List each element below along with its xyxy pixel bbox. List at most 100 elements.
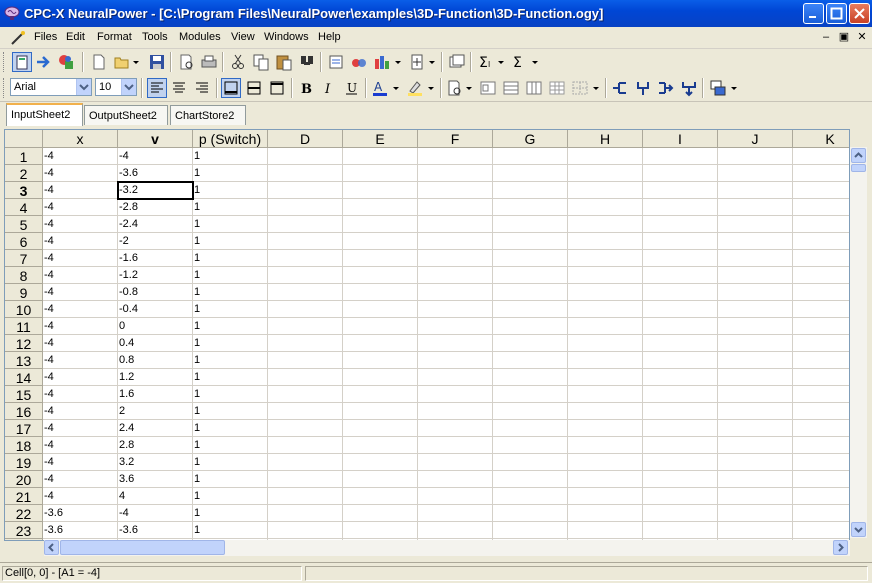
row-header[interactable]: 9	[5, 284, 43, 301]
table-cell[interactable]	[418, 335, 493, 352]
table-cell[interactable]	[568, 369, 643, 386]
forward-arrow-icon[interactable]	[35, 53, 53, 71]
table-cell[interactable]	[268, 403, 343, 420]
tab-outputsheet2[interactable]: OutputSheet2	[84, 105, 168, 125]
table-cell[interactable]	[493, 250, 568, 267]
table-cell[interactable]	[268, 522, 343, 539]
table-cell[interactable]	[418, 437, 493, 454]
table-cell[interactable]: 1	[193, 369, 268, 386]
table-cell[interactable]: -2.8	[118, 199, 193, 216]
column-header[interactable]: D	[268, 130, 343, 148]
table-cell[interactable]	[643, 522, 718, 539]
table-cell[interactable]	[793, 522, 849, 539]
zoom-page-icon[interactable]	[446, 79, 464, 97]
table-cell[interactable]	[643, 437, 718, 454]
table-cell[interactable]	[793, 369, 849, 386]
font-name-select[interactable]: Arial	[10, 78, 92, 96]
table-cell[interactable]	[793, 148, 849, 165]
table-cell[interactable]	[418, 301, 493, 318]
table-cell[interactable]	[418, 522, 493, 539]
chart-dropdown-icon[interactable]	[393, 53, 403, 71]
table-cell[interactable]	[493, 471, 568, 488]
table-cell[interactable]	[793, 505, 849, 522]
table-cell[interactable]	[793, 182, 849, 199]
column-header[interactable]: x	[43, 130, 118, 148]
table-cell[interactable]: -1.6	[118, 250, 193, 267]
table-cell[interactable]	[643, 335, 718, 352]
table-cell[interactable]	[268, 505, 343, 522]
row-header[interactable]: 2	[5, 165, 43, 182]
table-cell[interactable]: 2.4	[118, 420, 193, 437]
table-cell[interactable]: 1	[193, 335, 268, 352]
table-cell[interactable]	[343, 216, 418, 233]
table-cell[interactable]	[643, 250, 718, 267]
table-cell[interactable]: 1	[193, 233, 268, 250]
mdi-restore-icon[interactable]: ▣	[837, 31, 851, 43]
table-cell[interactable]	[718, 216, 793, 233]
table-cell[interactable]: -4	[43, 250, 118, 267]
table-cell[interactable]: 2.8	[118, 437, 193, 454]
column-header[interactable]: I	[643, 130, 718, 148]
table-cell[interactable]	[343, 403, 418, 420]
valign-bottom-icon[interactable]	[221, 78, 241, 98]
form-icon[interactable]	[479, 79, 497, 97]
table-cell[interactable]	[793, 488, 849, 505]
table-cell[interactable]: -4	[43, 488, 118, 505]
table-cell[interactable]	[718, 301, 793, 318]
table-cell[interactable]	[793, 471, 849, 488]
table-cell[interactable]	[643, 284, 718, 301]
table-cell[interactable]: 1	[193, 182, 268, 199]
table-cell[interactable]	[793, 284, 849, 301]
table-cell[interactable]	[568, 267, 643, 284]
sigma-dropdown-icon[interactable]	[530, 53, 540, 71]
table-cell[interactable]	[493, 369, 568, 386]
table-cell[interactable]	[268, 318, 343, 335]
row-header[interactable]: 1	[5, 148, 43, 165]
valign-top-icon[interactable]	[268, 79, 286, 97]
valign-middle-icon[interactable]	[245, 79, 263, 97]
table-cell[interactable]	[343, 454, 418, 471]
table-cell[interactable]: 1	[193, 522, 268, 539]
table-cell[interactable]: 1	[193, 420, 268, 437]
table-cell[interactable]	[343, 233, 418, 250]
table-cell[interactable]	[268, 369, 343, 386]
table-cell[interactable]	[568, 301, 643, 318]
table-cell[interactable]	[568, 250, 643, 267]
table-cell[interactable]: -4	[43, 420, 118, 437]
table-cell[interactable]	[568, 471, 643, 488]
cut-icon[interactable]	[229, 53, 247, 71]
table-cell[interactable]	[418, 199, 493, 216]
column-header[interactable]: H	[568, 130, 643, 148]
table-cell[interactable]	[718, 233, 793, 250]
table-cell[interactable]	[643, 369, 718, 386]
row-header[interactable]: 14	[5, 369, 43, 386]
borders-dropdown-icon[interactable]	[591, 79, 601, 97]
table-cell[interactable]	[343, 148, 418, 165]
scroll-up-button[interactable]	[851, 148, 866, 163]
table-cell[interactable]	[643, 165, 718, 182]
table-cell[interactable]	[493, 165, 568, 182]
italic-icon[interactable]: I	[320, 79, 338, 97]
autosum-sigma-icon[interactable]: Σl	[478, 53, 496, 71]
menu-edit[interactable]: Edit	[66, 31, 85, 43]
insert-dropdown-icon[interactable]	[427, 53, 437, 71]
mdi-minimize-icon[interactable]: –	[819, 31, 833, 43]
table-cell[interactable]	[643, 148, 718, 165]
highlight-icon[interactable]	[406, 79, 424, 97]
table-cell[interactable]	[268, 233, 343, 250]
table-cell[interactable]: 1.2	[118, 369, 193, 386]
table-cell[interactable]	[643, 386, 718, 403]
autosum-dropdown-icon[interactable]	[496, 53, 506, 71]
table-cell[interactable]: -4	[43, 267, 118, 284]
table-cell[interactable]: 1	[193, 352, 268, 369]
chart-icon[interactable]	[373, 53, 391, 71]
align-left-icon[interactable]	[147, 78, 167, 98]
save-icon[interactable]	[148, 53, 166, 71]
table-cell[interactable]: 0	[118, 318, 193, 335]
table-cell[interactable]	[643, 454, 718, 471]
table-cell[interactable]	[418, 318, 493, 335]
table-cell[interactable]	[343, 437, 418, 454]
table-cell[interactable]	[793, 250, 849, 267]
table-cell[interactable]	[718, 488, 793, 505]
horizontal-scroll-thumb[interactable]	[60, 540, 225, 555]
